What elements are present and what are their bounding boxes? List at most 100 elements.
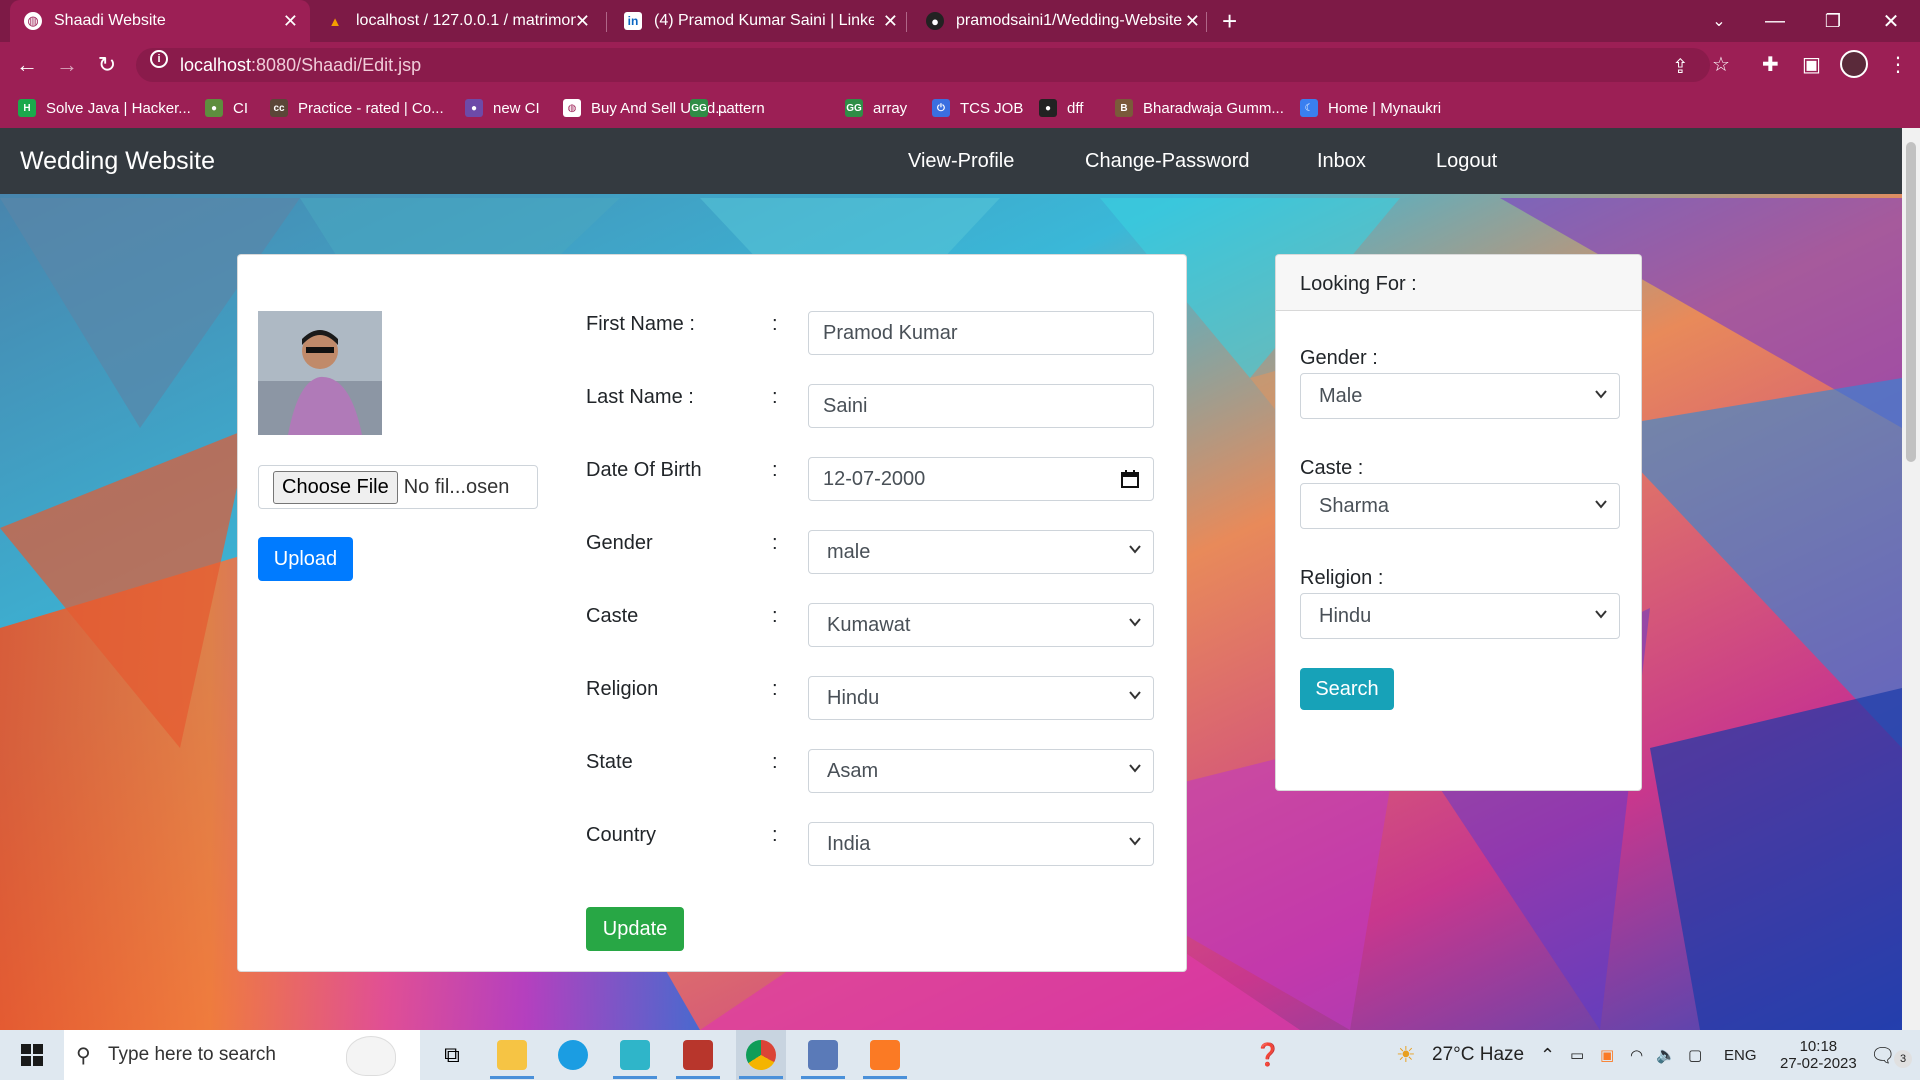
nav-inbox[interactable]: Inbox [1317,150,1366,173]
language-indicator[interactable]: ENG [1724,1030,1757,1080]
calendar-icon[interactable] [1121,470,1139,488]
field-value: Pramod Kumar [823,321,958,344]
minimize-icon[interactable]: — [1746,0,1804,42]
close-icon[interactable]: ✕ [575,11,590,32]
scrollbar-thumb[interactable] [1906,142,1916,462]
wifi-icon[interactable]: ◠ [1630,1030,1643,1080]
upload-button[interactable]: Upload [258,537,353,581]
chrome-taskbar-button[interactable] [736,1030,786,1080]
notifications-icon[interactable]: 🗨 [1870,1030,1895,1080]
profile-photo-image [258,311,382,435]
store-icon[interactable] [620,1040,650,1070]
bookmark-star-icon[interactable]: ☆ [1712,52,1730,77]
bookmark-item[interactable]: cc Practice - rated | Co... [270,88,444,128]
chevron-down-icon [1595,500,1607,509]
search-button[interactable]: Search [1300,668,1394,710]
restore-icon[interactable]: ❐ [1804,0,1862,42]
bookmark-item[interactable]: ● CI [205,88,248,128]
chevron-down-icon [1595,390,1607,399]
taskbar-search-input[interactable]: ⚲ Type here to search [64,1030,420,1080]
nav-logout[interactable]: Logout [1436,150,1497,173]
form-select[interactable]: Kumawat [808,603,1154,647]
tab-search-icon[interactable]: ⌄ [1690,0,1748,42]
globe-icon: ◍ [563,99,581,117]
globe-icon: ◍ [24,12,42,30]
battery-icon[interactable]: ▭ [1570,1030,1584,1080]
looking-gender-select[interactable]: Male [1300,373,1620,419]
edge-icon[interactable] [558,1040,588,1070]
bookmark-item[interactable]: GG array [845,88,907,128]
looking-gender-label: Gender : [1300,347,1378,369]
tab-shaadi-website[interactable]: ◍ Shaadi Website ✕ [10,0,310,42]
profile-avatar[interactable] [1840,50,1868,78]
close-icon[interactable]: ✕ [883,11,898,32]
xampp-icon[interactable] [870,1040,900,1070]
share-icon[interactable]: ⇪ [1672,54,1689,79]
tab-phpmyadmin[interactable]: ▲ localhost / 127.0.0.1 / matrimoni ✕ [312,0,602,42]
close-window-icon[interactable]: ✕ [1862,0,1920,42]
speaker-icon[interactable]: 🔈 [1656,1030,1676,1080]
choose-file-button[interactable]: Choose File [273,470,398,504]
bookmark-item[interactable]: B Bharadwaja Gumm... [1115,88,1284,128]
update-button[interactable]: Update [586,907,684,951]
display-icon[interactable]: ▢ [1688,1030,1702,1080]
form-label: Date Of Birth [586,459,702,481]
bookmark-item[interactable]: ● new CI [465,88,540,128]
windows-taskbar: ⚲ Type here to search ⧉ ❓ ☀ 27°C Haze ⌃ … [0,1030,1920,1080]
bookmark-item[interactable]: ● dff [1039,88,1083,128]
side-panel-icon[interactable]: ▣ [1802,52,1821,77]
text-input[interactable]: Pramod Kumar [808,311,1154,355]
bookmark-item[interactable]: H Solve Java | Hacker... [18,88,191,128]
form-select[interactable]: Hindu [808,676,1154,720]
form-label: Gender [586,532,653,554]
forward-icon[interactable]: → [52,50,82,80]
form-colon: : [772,751,778,773]
reload-icon[interactable]: ↻ [92,50,122,80]
extensions-icon[interactable]: ✚ [1762,52,1779,77]
close-icon[interactable]: ✕ [1185,11,1200,32]
back-icon[interactable]: ← [12,50,42,80]
xampp-tray-icon[interactable]: ▣ [1600,1030,1614,1080]
power-icon: ⏻ [932,99,950,117]
text-input[interactable]: Saini [808,384,1154,428]
form-select[interactable]: male [808,530,1154,574]
file-explorer-icon[interactable] [497,1040,527,1070]
site-info-icon[interactable]: i [150,50,168,68]
app-icon[interactable] [683,1040,713,1070]
taskbar-search-placeholder: Type here to search [108,1044,276,1065]
page-viewport: Wedding Website View-Profile Change-Pass… [0,128,1902,1030]
menu-kebab-icon[interactable]: ⋮ [1888,52,1908,77]
site-brand[interactable]: Wedding Website [20,147,215,176]
bookmark-item[interactable]: GG pattern [690,88,765,128]
github-icon: ● [1039,99,1057,117]
nav-view-profile[interactable]: View-Profile [908,150,1014,173]
help-icon[interactable]: ❓ [1254,1030,1281,1080]
bookmark-item[interactable]: ⏻ TCS JOB [932,88,1023,128]
app-running-indicator [676,1076,720,1079]
tab-github[interactable]: ● pramodsaini1/Wedding-Website ✕ [912,0,1212,42]
weather-text[interactable]: 27°C Haze [1432,1030,1524,1080]
form-select[interactable]: India [808,822,1154,866]
chevron-up-icon[interactable]: ⌃ [1540,1030,1555,1080]
file-input[interactable]: Choose File No fil...osen [258,465,538,509]
address-bar[interactable]: localhost:8080/Shaadi/Edit.jsp [136,48,1710,82]
clock[interactable]: 10:18 27-02-2023 [1780,1030,1857,1080]
task-view-icon[interactable]: ⧉ [430,1030,474,1080]
virtualbox-icon[interactable] [808,1040,838,1070]
bookmark-label: CI [233,99,248,117]
windows-start-icon[interactable] [8,1030,56,1080]
browser-tab-strip: ◍ Shaadi Website ✕ ▲ localhost / 127.0.0… [0,0,1920,42]
bookmark-item[interactable]: ☾ Home | Mynaukri [1300,88,1441,128]
date-input[interactable]: 12-07-2000 [808,457,1154,501]
close-icon[interactable]: ✕ [283,11,298,32]
looking-religion-select[interactable]: Hindu [1300,593,1620,639]
tab-linkedin[interactable]: in (4) Pramod Kumar Saini | LinkedIn ✕ [610,0,910,42]
form-label: State [586,751,633,773]
weather-icon: ☀ [1396,1042,1416,1067]
linkedin-icon: in [624,12,642,30]
new-tab-icon[interactable]: + [1222,6,1237,37]
tab-separator [1206,12,1207,32]
form-select[interactable]: Asam [808,749,1154,793]
nav-change-password[interactable]: Change-Password [1085,150,1250,173]
looking-caste-select[interactable]: Sharma [1300,483,1620,529]
